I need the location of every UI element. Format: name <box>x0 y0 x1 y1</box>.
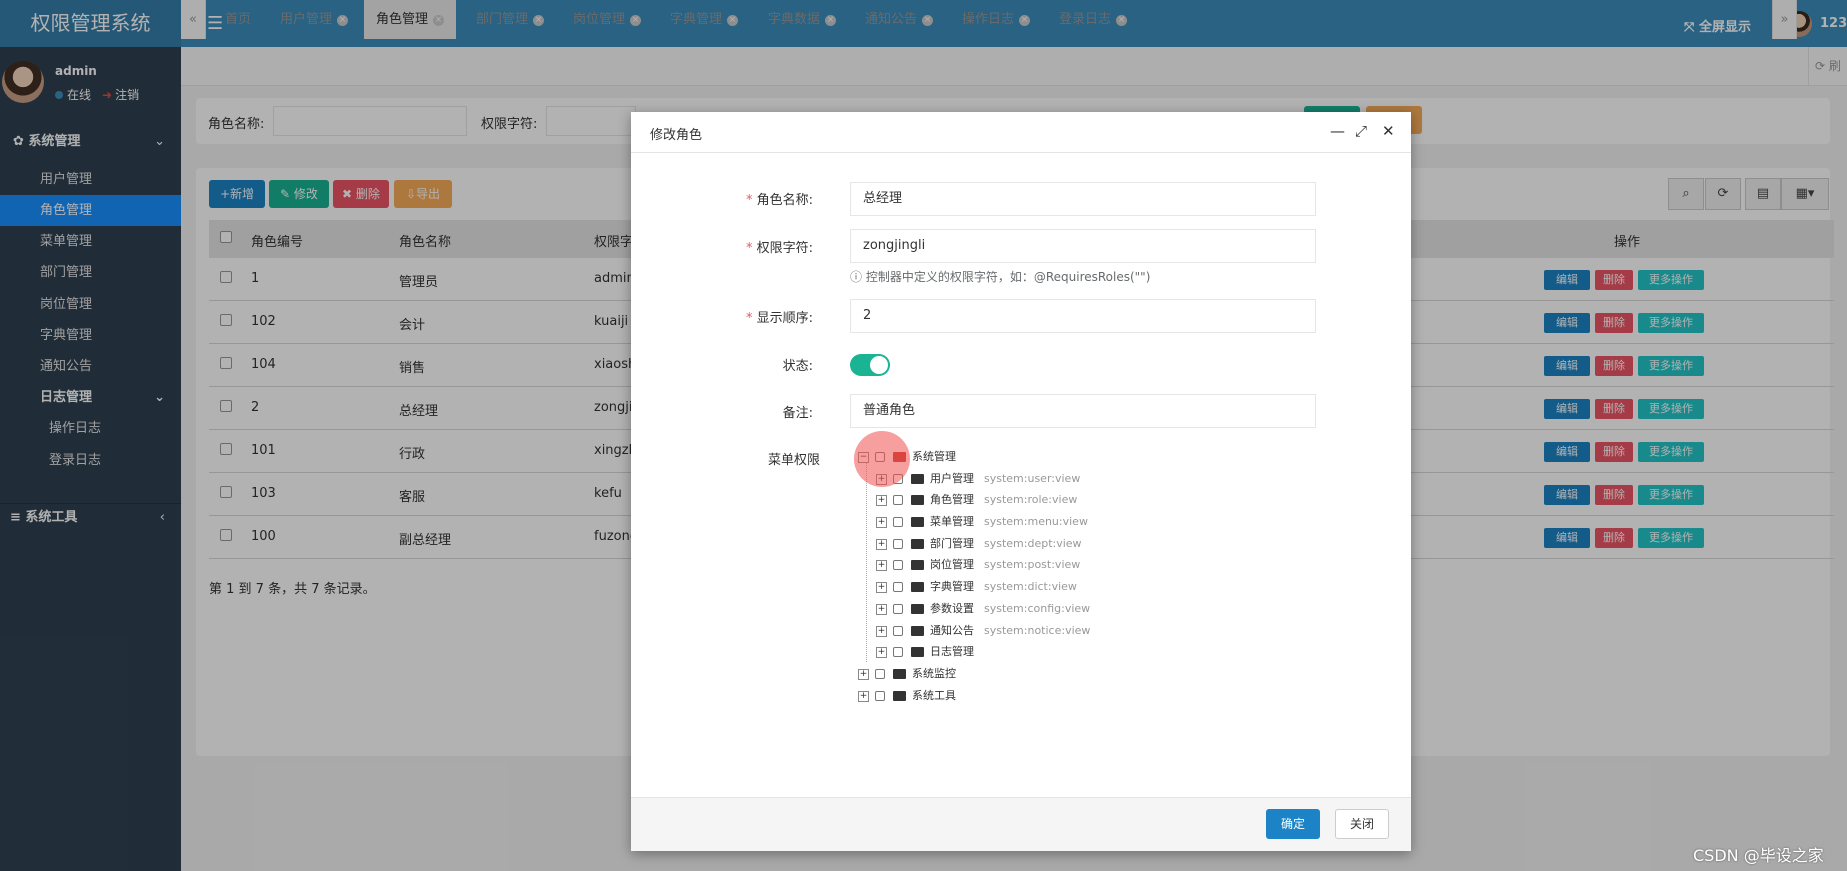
tree-node-log[interactable]: + 日志管理 <box>876 643 974 661</box>
folder-icon <box>911 582 924 592</box>
tree-checkbox[interactable] <box>893 517 903 527</box>
watermark: CSDN @毕设之家 <box>1693 846 1824 865</box>
expand-icon[interactable]: + <box>876 559 887 571</box>
perm-label: * 权限字符: <box>745 241 813 256</box>
folder-icon <box>911 495 924 505</box>
dialog-title: 修改角色 <box>650 128 703 143</box>
expand-icon[interactable]: + <box>858 668 869 680</box>
minimize-icon[interactable]: — <box>1330 122 1345 140</box>
maximize-icon[interactable]: ⤢ <box>1355 122 1367 140</box>
menu-perm-label: 菜单权限 <box>767 453 820 468</box>
folder-icon <box>911 474 924 484</box>
tree-node-menu[interactable]: + 菜单管理 system:menu:view <box>876 513 1088 531</box>
tree-node-post[interactable]: + 岗位管理 system:post:view <box>876 556 1080 574</box>
tree-node-config[interactable]: + 参数设置 system:config:view <box>876 600 1090 618</box>
expand-icon[interactable]: + <box>876 625 887 637</box>
tree-node-role[interactable]: + 角色管理 system:role:view <box>876 491 1077 509</box>
role-name-label: * 角色名称: <box>745 193 813 208</box>
folder-icon <box>911 560 924 570</box>
close-button[interactable]: 关闭 <box>1335 809 1389 839</box>
tree-checkbox[interactable] <box>893 539 903 549</box>
dialog-divider <box>631 152 1411 153</box>
tree-node-dict[interactable]: + 字典管理 system:dict:view <box>876 578 1077 596</box>
expand-icon[interactable]: + <box>876 603 887 615</box>
expand-icon[interactable]: + <box>876 494 887 506</box>
tree-checkbox[interactable] <box>893 647 903 657</box>
tree-node-notice[interactable]: + 通知公告 system:notice:view <box>876 622 1090 640</box>
folder-icon <box>911 539 924 549</box>
folder-icon <box>911 626 924 636</box>
order-label: * 显示顺序: <box>745 311 813 326</box>
click-indicator <box>854 431 910 487</box>
expand-icon[interactable]: + <box>876 646 887 658</box>
tree-connector <box>866 462 867 662</box>
folder-icon <box>911 604 924 614</box>
remark-label: 备注: <box>782 406 813 421</box>
folder-icon <box>911 647 924 657</box>
confirm-button[interactable]: 确定 <box>1266 809 1320 839</box>
tree-checkbox[interactable] <box>893 604 903 614</box>
tree-node-dept[interactable]: + 部门管理 system:dept:view <box>876 535 1082 553</box>
tree-checkbox[interactable] <box>875 669 885 679</box>
perm-hint: ⓘ 控制器中定义的权限字符，如：@RequiresRoles("") <box>850 270 1151 284</box>
expand-icon[interactable]: + <box>876 538 887 550</box>
tree-checkbox[interactable] <box>893 560 903 570</box>
folder-icon <box>893 691 906 701</box>
tree-checkbox[interactable] <box>875 691 885 701</box>
status-label: 状态: <box>782 359 813 374</box>
toggle-knob <box>870 356 888 374</box>
remark-input[interactable]: 普通角色 <box>850 394 1316 428</box>
expand-icon[interactable]: + <box>876 581 887 593</box>
tree-checkbox[interactable] <box>893 495 903 505</box>
tree-checkbox[interactable] <box>893 582 903 592</box>
info-icon: ⓘ <box>850 270 866 284</box>
tree-node-tools[interactable]: + 系统工具 <box>858 687 956 705</box>
folder-icon <box>911 517 924 527</box>
expand-icon[interactable]: + <box>858 690 869 702</box>
expand-icon[interactable]: + <box>876 516 887 528</box>
status-toggle[interactable] <box>850 354 890 376</box>
role-name-input[interactable]: 总经理 <box>850 182 1316 216</box>
close-icon[interactable]: ✕ <box>1382 122 1395 140</box>
tree-checkbox[interactable] <box>893 626 903 636</box>
tree-node-monitor[interactable]: + 系统监控 <box>858 665 956 683</box>
perm-input[interactable]: zongjingli <box>850 229 1316 263</box>
folder-icon <box>893 669 906 679</box>
order-input[interactable]: 2 <box>850 299 1316 333</box>
tree-node-user[interactable]: +用户管理system:user:view <box>876 470 1080 488</box>
